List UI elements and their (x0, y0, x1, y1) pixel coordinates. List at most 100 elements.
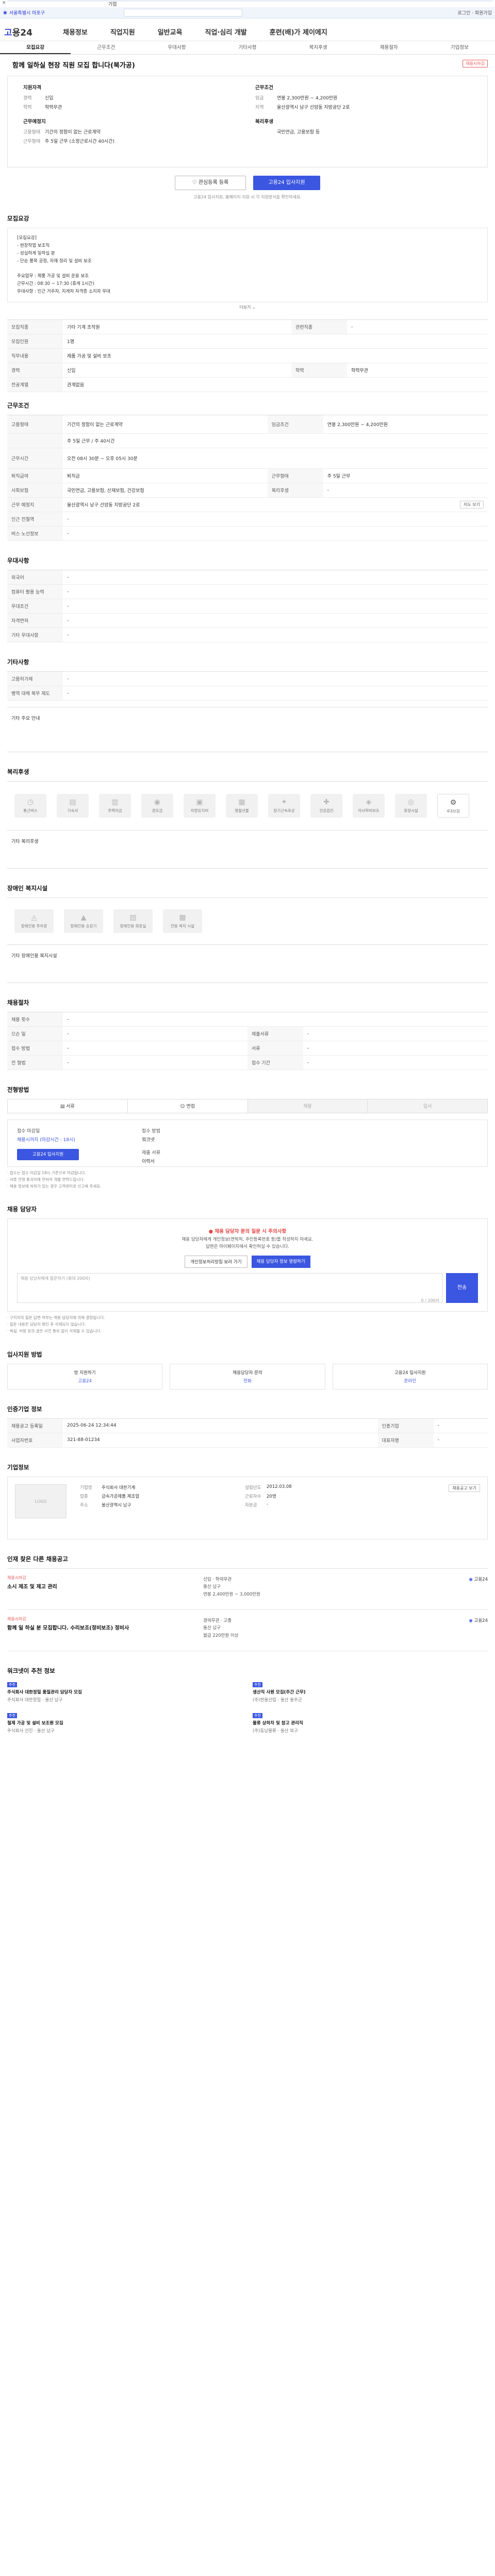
table-key: 외국어 (7, 570, 63, 585)
pin-icon: ◉ (3, 10, 7, 15)
table-row: 전공계열 관계없음 (7, 377, 488, 392)
related-card[interactable]: 채용시마감 소시 제조 및 제고 관리 신입 · 학력무관 울산 남구 연봉 2… (7, 1569, 488, 1610)
apply-box-button[interactable]: 고용24 입사지원 (17, 1149, 79, 1160)
table-row: 주 5일 근무 / 주 40시간 (7, 433, 488, 448)
table-value: - (303, 1055, 488, 1070)
send-button[interactable]: 전송 (446, 1273, 478, 1303)
tab-process[interactable]: 채용절차 (354, 41, 424, 54)
tools-icon: ⚙ (450, 799, 457, 807)
welfare-label: 4대보험 (447, 809, 460, 814)
company-jobs-button[interactable]: 채용공고 보기 (449, 1484, 480, 1492)
apply-key: 접수 마감일 (17, 1129, 40, 1134)
tab-company[interactable]: 기업정보 (424, 41, 495, 54)
table-key: 우대조건 (7, 599, 63, 614)
section-recruit-title: 모집요강 (7, 215, 29, 222)
welfare-label: 차량유지비 (190, 808, 209, 813)
tab-welfare[interactable]: 복지후생 (283, 41, 354, 54)
rec-tag: 추천 (253, 1713, 262, 1718)
related-tag: 채용시마감 (7, 1616, 26, 1621)
table-key: 버스 노선정보 (7, 526, 63, 541)
tab-condition[interactable]: 근무조건 (71, 41, 141, 54)
table-value: - (63, 526, 488, 541)
table-key: 채용공고 등록일 (7, 1418, 63, 1433)
contact-card[interactable]: 고용24 입사지원 온라인 (332, 1363, 488, 1389)
note-line: · 서류 전형 통과자에 한하여 개별 연락드립니다. (7, 1177, 85, 1182)
rec-card[interactable]: 추천 물류 상하차 및 창고 관리직 (주)동남물류 · 울산 북구 (253, 1711, 488, 1736)
disabled-label: 장애인용 화장실 (120, 924, 146, 928)
medal-icon: ✦ (281, 798, 287, 806)
related-meta-line: 연봉 2,400만원 ~ 3,000만원 (203, 1591, 260, 1597)
char-count: 0 / 200자 (421, 1298, 439, 1303)
toilet-icon: ▨ (129, 913, 137, 922)
detail-line: 우대사항 : 인근 거주자, 지게차 자격증 소지자 우대 (17, 289, 110, 295)
summary-key: 임금 (255, 96, 264, 101)
search-input[interactable] (124, 9, 242, 16)
tab-preference[interactable]: 우대사항 (141, 41, 212, 54)
note-line: · 욕설, 비방 등의 글은 사전 통보 없이 삭제될 수 있습니다. (7, 1328, 102, 1333)
nav-item-career[interactable]: 직업·심리 개발 (205, 27, 247, 37)
favorite-button[interactable]: ♡ 관심등록 등록 (175, 176, 246, 190)
table-value: - (63, 1055, 248, 1070)
contact-info-button[interactable]: 채용 담당자 정보 열람하기 (251, 1256, 310, 1268)
location-selector[interactable]: ◉ 서울특별시 마포구 (3, 9, 45, 16)
contact-card[interactable]: 채용담당자 문의 전화 (170, 1363, 325, 1389)
company-value: 20명 (267, 1494, 276, 1499)
brand-logo[interactable]: 고용24 (4, 25, 32, 38)
etc-note: 기타 주요 안내 (11, 716, 40, 721)
qna-form: 채용 담당자에게 질문하기 (최대 200자) 0 / 200자 전송 (17, 1273, 478, 1303)
table-key: 학력 (291, 363, 347, 378)
table-key: 퇴직급여 (7, 468, 63, 483)
apply-button[interactable]: 고용24 입사지원 (253, 176, 320, 190)
rec-card[interactable]: 추천 생산직 사원 모집(주간 근무) (주)한울산업 · 울산 울주군 (253, 1680, 488, 1705)
rec-card[interactable]: 추천 철제 가공 및 설비 보조원 모집 주식회사 선진 · 울산 남구 (7, 1711, 242, 1736)
table-value: 신입 (63, 363, 291, 378)
nav-item-education[interactable]: 일반교육 (158, 27, 183, 37)
table-key: 컴퓨터 활용 능력 (7, 584, 63, 599)
contact-value: 온라인 (404, 1378, 417, 1384)
table-row: 직무내용 제품 가공 및 설비 보조 (7, 348, 488, 363)
apply-value: 워크넷 (142, 1138, 155, 1143)
rec-card[interactable]: 추천 주식회사 대한정밀 품질관리 담당자 모집 주식회사 대한정밀 · 울산 남구 (7, 1680, 242, 1705)
company-value: 금속가공제품 제조업 (102, 1494, 140, 1499)
tab-etc[interactable]: 기타사항 (212, 41, 283, 54)
qna-textarea[interactable]: 채용 담당자에게 질문하기 (최대 200자) 0 / 200자 (17, 1273, 443, 1303)
detail-tabs: 모집요강 근무조건 우대사항 기타사항 복지후생 채용절차 기업정보 (0, 41, 495, 55)
table-row: 버스 노선정보 - (7, 526, 488, 541)
close-icon[interactable]: ✕ (2, 1, 6, 6)
rec-company: 주식회사 선진 · 울산 남구 (7, 1728, 55, 1734)
table-row: 으슨 일 - 제출서류 - (7, 1026, 488, 1041)
nav-item-support[interactable]: 직업지원 (110, 27, 135, 37)
rec-company: (주)한울산업 · 울산 울주군 (253, 1697, 302, 1703)
table-value: - (63, 599, 488, 614)
job-title: 함께 일하실 현장 직원 모집 합니다(북가공) (12, 62, 135, 70)
table-row: 사업자번호 321-88-01234 대표자명 - (7, 1433, 488, 1448)
map-button[interactable]: 지도 보기 (460, 501, 484, 509)
privacy-button[interactable]: 개인정보처리방침 보러 가기 (185, 1256, 248, 1268)
welfare-card: ⚙ 4대보험 (437, 794, 469, 818)
related-source-label: 고용24 (474, 1577, 488, 1582)
company-key: 기업명 (80, 1485, 92, 1490)
source-logo-icon: ◉ (469, 1577, 474, 1582)
step-label: 채용 (303, 1104, 312, 1109)
more-button[interactable]: 더보기 ⌄ (7, 302, 488, 312)
table-value: 기간의 정함이 없는 근로계약 (63, 415, 268, 434)
table-key: 고용허가제 (7, 671, 63, 686)
section-welfare-title: 복리후생 (7, 768, 29, 775)
document-icon: ▤ (60, 1104, 67, 1109)
table-value: - (63, 1012, 488, 1027)
welfare-note: 기타 복리후생 (11, 839, 39, 844)
tab-recruit[interactable]: 모집요강 (0, 41, 71, 54)
nav-item-training[interactable]: 훈련(배)가 제이에지 (270, 27, 327, 37)
related-card[interactable]: 채용시마감 함께 일 하실 분 모집합니다. 수리보조(정비보조) 정비사 경력… (7, 1610, 488, 1651)
login-link[interactable]: 로그인 · 회원가입 (457, 9, 492, 16)
nav-item-jobs[interactable]: 채용정보 (63, 27, 88, 37)
contact-card[interactable]: 방 지원하기 고용24 (7, 1363, 163, 1389)
table-key: 인증기업 (377, 1418, 434, 1433)
process-step: 채용 (248, 1099, 368, 1113)
section-disabled-title: 장애인 복지시설 (7, 885, 48, 892)
rec-tag: 추천 (7, 1713, 17, 1718)
table-value: 1명 (63, 334, 488, 349)
detail-line: [모집요강] (17, 235, 37, 241)
summary-right2-title: 복리후생 (255, 119, 273, 125)
table-value: 2025-06-24 12:34:44 (63, 1418, 378, 1433)
